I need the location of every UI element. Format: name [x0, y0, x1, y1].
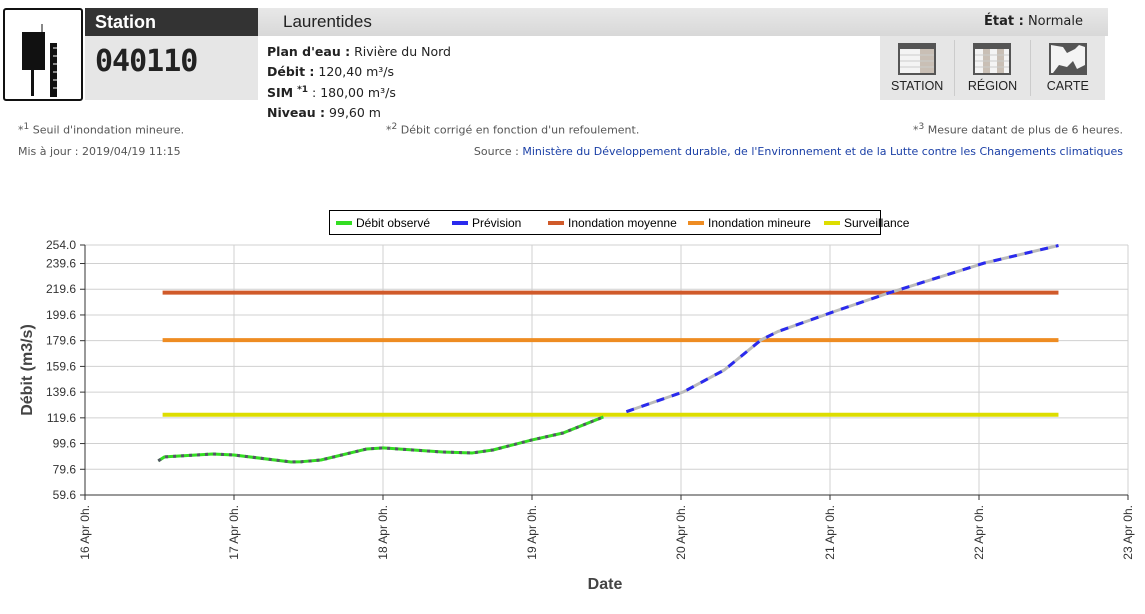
debit-label: Débit : [267, 63, 315, 79]
source: Source : Ministère du Développement dura… [474, 145, 1123, 158]
map-button[interactable]: CARTE [1031, 40, 1105, 96]
note-2: *2 Débit corrigé en fonction d'un refoul… [386, 122, 639, 137]
station-button-label: STATION [891, 79, 944, 93]
sim-sup: *1 [297, 85, 309, 95]
map-icon [1048, 43, 1087, 75]
x-tick-label: 23 Apr 0h. [1121, 505, 1135, 560]
legend-swatch [688, 221, 704, 225]
y-tick-label: 119.6 [47, 411, 76, 425]
x-tick-label: 18 Apr 0h. [376, 505, 390, 560]
note-3: *3 Mesure datant de plus de 6 heures. [913, 122, 1123, 137]
source-label: Source : [473, 145, 519, 158]
flow-chart: 254.0 239.6 219.6 199.6 179.6 159.6 139.6 119.6… [19, 210, 1135, 593]
note-text: Débit corrigé en fonction d'un refouleme… [400, 123, 640, 137]
x-tick-label: 20 Apr 0h. [674, 505, 688, 560]
x-tick-label: 21 Apr 0h. [823, 505, 837, 560]
station-label: Station [85, 8, 258, 36]
note-text: Mesure datant de plus de 6 heures. [927, 123, 1123, 137]
note-text: Seuil d'inondation mineure. [32, 123, 185, 137]
region-button-label: RÉGION [967, 79, 1018, 93]
y-tick-label: 139.6 [46, 385, 76, 399]
y-tick-label: 59.6 [53, 488, 77, 502]
y-tick-label: 254.0 [46, 238, 76, 252]
status-label: État : [984, 14, 1024, 29]
y-axis-title: Débit (m3/s) [19, 324, 36, 416]
note-sup: 1 [23, 122, 30, 132]
debit-value: 120,40 m³/s [318, 63, 395, 79]
station-button[interactable]: STATION [880, 40, 956, 96]
legend: Débit observé Prévision Inondation moyenne… [329, 210, 910, 235]
legend-swatch [336, 221, 352, 225]
niveau-label: Niveau : [267, 104, 326, 120]
region-bar [258, 8, 1108, 36]
status-value: Normale [1027, 14, 1083, 29]
sim-label: SIM [267, 85, 294, 101]
series-line [157, 415, 604, 464]
y-tick-label: 99.6 [53, 437, 77, 451]
y-tick-label: 179.6 [46, 334, 76, 348]
note-sup: 2 [391, 122, 398, 132]
table-icon [973, 43, 1012, 75]
legend-swatch [452, 221, 468, 225]
x-tick-label: 19 Apr 0h. [525, 505, 539, 560]
note-1: *1 Seuil d'inondation mineure. [18, 122, 184, 137]
y-tick-label: 199.6 [46, 308, 76, 322]
legend-label: Inondation moyenne [568, 216, 677, 230]
y-tick-label: 79.6 [53, 462, 77, 476]
last-updated: Mis à jour : 2019/04/19 11:15 [18, 145, 181, 158]
niveau-value: 99,60 m [329, 104, 381, 120]
source-link[interactable]: Ministère du Développement durable, de l… [522, 145, 1123, 158]
map-button-label: CARTE [1046, 79, 1089, 93]
plan-value: Rivière du Nord [354, 44, 451, 59]
legend-swatch [548, 221, 564, 225]
legend-label: Surveillance [844, 216, 910, 230]
y-tick-label: 239.6 [46, 257, 76, 271]
region-name: Laurentides [283, 12, 372, 31]
station-info: Plan d'eau : Rivière du Nord Débit : 120… [267, 42, 451, 122]
status: État : Normale [984, 8, 1083, 36]
y-tick-label: 159.6 [46, 359, 76, 373]
station-number: 040110 [85, 36, 258, 100]
axes: 254.0 239.6 219.6 199.6 179.6 159.6 139.6 119.6… [46, 238, 1135, 560]
nav-buttons: STATION RÉGION CARTE [880, 36, 1105, 100]
x-tick-label: 17 Apr 0h. [227, 505, 241, 560]
x-tick-label: 22 Apr 0h. [972, 505, 986, 560]
legend-label: Prévision [472, 216, 521, 230]
table-icon [898, 43, 937, 75]
y-tick-label: 219.6 [46, 282, 76, 296]
region-button[interactable]: RÉGION [955, 40, 1031, 96]
series [157, 244, 1059, 464]
sim-value: : 180,00 m³/s [312, 85, 396, 101]
station-icon [3, 8, 83, 101]
x-tick-label: 16 Apr 0h. [78, 505, 92, 560]
note-sup: 3 [918, 122, 925, 132]
grid [85, 244, 1129, 496]
legend-label: Débit observé [356, 216, 430, 230]
plan-label: Plan d'eau : [267, 44, 351, 59]
series-dash [625, 244, 1059, 414]
x-axis-title: Date [588, 576, 623, 593]
legend-swatch [824, 221, 840, 225]
legend-label: Inondation mineure [708, 216, 811, 230]
